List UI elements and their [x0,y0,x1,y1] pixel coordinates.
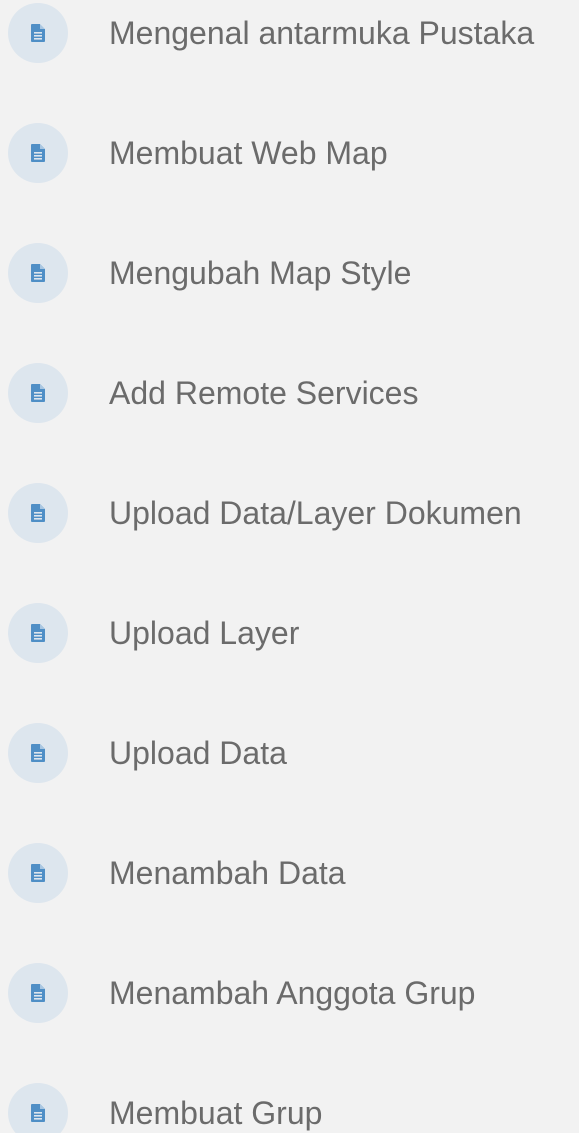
document-icon [8,483,68,543]
list-item-label: Upload Data/Layer Dokumen [109,495,522,531]
list-item-label: Mengenal antarmuka Pustaka [109,15,535,51]
document-icon [8,723,68,783]
list-item-add-remote-services[interactable]: Add Remote Services [0,358,579,428]
list-item-label: Menambah Anggota Grup [109,975,476,1011]
document-icon [8,3,68,63]
list-item-membuat-web-map[interactable]: Membuat Web Map [0,118,579,188]
document-icon [8,243,68,303]
list-item-mengubah-map-style[interactable]: Mengubah Map Style [0,238,579,308]
list-item-label: Add Remote Services [109,375,419,411]
list-item-menambah-anggota-grup[interactable]: Menambah Anggota Grup [0,958,579,1028]
document-icon [8,1083,68,1133]
list-item-label: Upload Layer [109,615,300,651]
document-icon [8,843,68,903]
list-item-membuat-grup[interactable]: Membuat Grup [0,1078,579,1133]
list-item-menambah-data[interactable]: Menambah Data [0,838,579,908]
document-list: Mengenal antarmuka Pustaka Membuat Web M… [0,0,579,1133]
list-item-label: Menambah Data [109,855,346,891]
document-icon [8,363,68,423]
list-item-label: Membuat Web Map [109,135,388,171]
document-icon [8,963,68,1023]
document-icon [8,123,68,183]
list-item-upload-data[interactable]: Upload Data [0,718,579,788]
list-item-label: Upload Data [109,735,287,771]
list-item-label: Mengubah Map Style [109,255,412,291]
document-icon [8,603,68,663]
list-item-upload-layer[interactable]: Upload Layer [0,598,579,668]
list-item-mengenal-antarmuka[interactable]: Mengenal antarmuka Pustaka [0,0,579,68]
list-item-upload-data-layer-dokumen[interactable]: Upload Data/Layer Dokumen [0,478,579,548]
list-item-label: Membuat Grup [109,1095,323,1131]
